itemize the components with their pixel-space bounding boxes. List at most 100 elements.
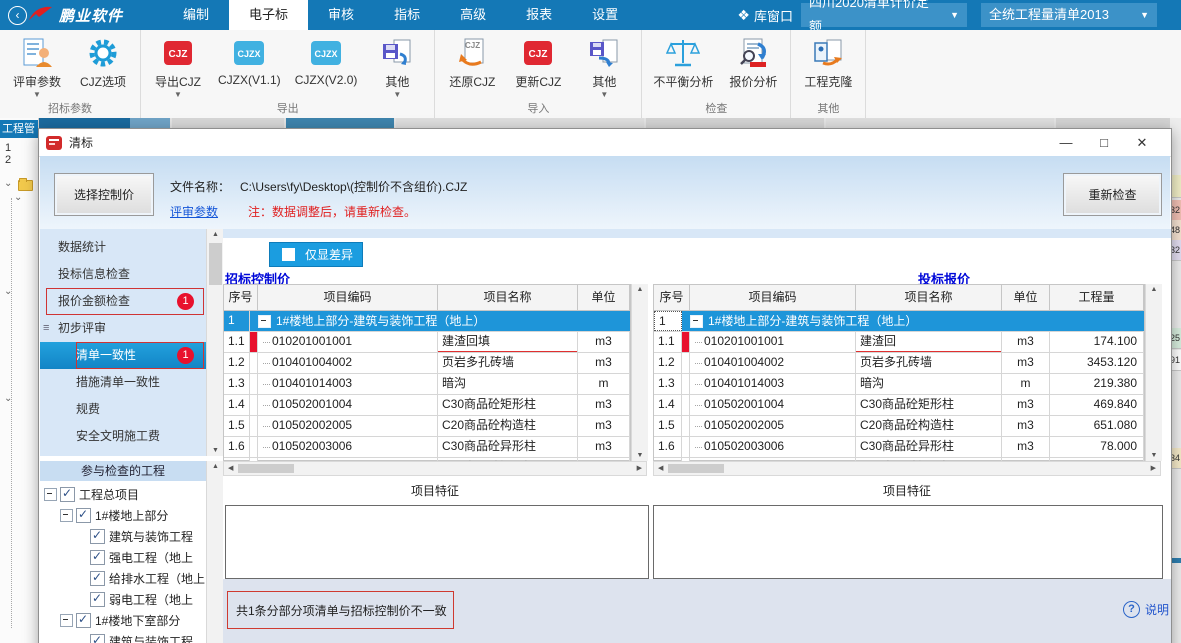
cell-qty[interactable]: 174.100 <box>1050 332 1144 352</box>
scroll-right-icon[interactable]: ▶ <box>1151 462 1156 475</box>
tree-checkbox[interactable] <box>90 634 105 643</box>
ribbon-button-4-2[interactable]: 报价分析 <box>720 32 786 102</box>
cell-code[interactable]: ····010502001004 <box>258 395 438 415</box>
cell-no[interactable]: 1.2 <box>654 353 682 373</box>
table-row[interactable]: 1.2····010401004002页岩多孔砖墙m33453.120 <box>654 353 1144 374</box>
scroll-down-icon[interactable]: ▼ <box>632 452 648 459</box>
cell-unit[interactable]: m3 <box>1002 332 1050 352</box>
cell-no[interactable]: 1.6 <box>654 437 682 457</box>
cell-no[interactable]: 1.4 <box>654 395 682 415</box>
table-row[interactable]: 1.5····010502002005C20商品砼构造柱m3 <box>224 416 630 437</box>
ribbon-button-1-2[interactable]: CJZ选项 <box>70 32 136 102</box>
tree-item-6[interactable]: 弱电工程（地上 <box>40 589 206 610</box>
tree-checkbox[interactable] <box>90 529 105 544</box>
column-header-1[interactable]: 序号 <box>224 285 258 310</box>
recheck-button[interactable]: 重新检查 <box>1063 173 1162 216</box>
nav-item-7[interactable]: 规费 <box>40 396 206 423</box>
cell-unit[interactable]: m3 <box>578 353 630 373</box>
collapse-icon[interactable] <box>690 315 703 328</box>
cell-no[interactable]: 1 <box>224 311 250 331</box>
library-select-2[interactable]: 全统工程量清单2013▼ <box>981 3 1157 27</box>
scroll-left-icon[interactable]: ◀ <box>228 462 233 475</box>
dialog-titlebar[interactable]: 清标 — □ ✕ <box>39 129 1171 157</box>
column-header-3[interactable]: 项目名称 <box>856 285 1002 310</box>
cell-name[interactable]: C30商品砼异形柱 <box>856 437 1002 457</box>
menu-item-1[interactable]: 编制 <box>163 0 229 30</box>
cell-unit[interactable]: m3 <box>578 332 630 352</box>
table-row[interactable]: 1.4····010502001004C30商品砼矩形柱m3 <box>224 395 630 416</box>
cell-unit[interactable]: m3 <box>1002 437 1050 457</box>
ribbon-button-2-4[interactable]: 其他▼ <box>364 32 430 102</box>
tree-expand-icon[interactable] <box>44 488 57 501</box>
column-header-2[interactable]: 项目编码 <box>690 285 856 310</box>
tree-item-7[interactable]: 1#楼地下室部分 <box>40 610 206 631</box>
cell-qty[interactable]: 651.080 <box>1050 416 1144 436</box>
cell-code[interactable]: ····010502003006 <box>690 437 856 457</box>
ribbon-button-1-1[interactable]: 评审参数▼ <box>4 32 70 102</box>
tree-item-1[interactable]: 工程总项目 <box>40 484 206 505</box>
cell-no[interactable]: 1.4 <box>224 395 250 415</box>
table-row[interactable]: 1.6····010502003006C30商品砼异形柱m3 <box>224 437 630 458</box>
cell-unit[interactable]: m <box>1002 374 1050 394</box>
minimize-icon[interactable]: — <box>1047 130 1085 156</box>
ribbon-button-3-3[interactable]: 其他▼ <box>571 32 637 102</box>
cell-no[interactable]: 1.2 <box>224 353 250 373</box>
section-collapse-icon[interactable]: ≡ <box>43 315 49 342</box>
table-row[interactable]: 1.2····010401004002页岩多孔砖墙m3 <box>224 353 630 374</box>
scroll-left-icon[interactable]: ◀ <box>658 462 663 475</box>
cell-no[interactable]: 1.1 <box>654 332 682 352</box>
bid-price-table[interactable]: 序号项目编码项目名称单位工程量11#楼地上部分-建筑与装饰工程（地上）1.1··… <box>653 284 1145 461</box>
cell-no[interactable]: 1.3 <box>224 374 250 394</box>
cell-code[interactable]: ····010502001004 <box>690 395 856 415</box>
cell-unit[interactable]: m3 <box>1002 395 1050 415</box>
cell-code[interactable]: ····010502002005 <box>690 416 856 436</box>
cell-no[interactable]: 1.6 <box>224 437 250 457</box>
feature-text-right[interactable] <box>653 505 1163 579</box>
menu-item-4[interactable]: 指标 <box>374 0 440 30</box>
column-header-5[interactable]: 工程量 <box>1050 285 1144 310</box>
chevron-down-icon[interactable]: ⌄ <box>4 178 12 189</box>
nav-item-3[interactable]: 报价金额检查1 <box>40 288 206 315</box>
nav-item-4[interactable]: ≡初步评审 <box>40 315 206 342</box>
nav-item-5[interactable]: 清单一致性1 <box>40 342 206 369</box>
cell-name[interactable]: C30商品砼矩形柱 <box>438 395 578 415</box>
scrollbar-thumb[interactable] <box>238 464 294 473</box>
tree-item-2[interactable]: 1#楼地上部分 <box>40 505 206 526</box>
cell-name[interactable]: C20商品砼构造柱 <box>438 416 578 436</box>
cell-name[interactable]: 建渣回填 <box>438 332 578 352</box>
cell-no[interactable]: 1.5 <box>224 416 250 436</box>
menu-item-6[interactable]: 报表 <box>506 0 572 30</box>
close-icon[interactable]: ✕ <box>1123 130 1161 156</box>
ribbon-button-5-1[interactable]: 工程克隆 <box>795 32 861 102</box>
cell-name[interactable]: 暗沟 <box>438 374 578 394</box>
cell-name[interactable]: C20商品砼构造柱 <box>856 416 1002 436</box>
column-header-1[interactable]: 序号 <box>654 285 690 310</box>
tree-expand-icon[interactable] <box>60 509 73 522</box>
control-table-vscrollbar[interactable]: ▲ ▼ <box>631 284 648 461</box>
cell-name[interactable]: C30商品砼异形柱 <box>438 437 578 457</box>
scroll-up-icon[interactable]: ▲ <box>632 286 648 293</box>
tree-item-5[interactable]: 给排水工程（地上 <box>40 568 206 589</box>
group-row[interactable]: 11#楼地上部分-建筑与装饰工程（地上） <box>224 311 630 332</box>
ribbon-button-2-2[interactable]: CJZXCJZX(V1.1) <box>211 32 288 102</box>
cell-qty[interactable]: 78.000 <box>1050 437 1144 457</box>
scrollbar-thumb[interactable] <box>668 464 724 473</box>
cell-no[interactable]: 1.3 <box>654 374 682 394</box>
scroll-down-icon[interactable]: ▼ <box>1146 452 1162 459</box>
tree-checkbox[interactable] <box>90 550 105 565</box>
back-icon[interactable]: ‹ <box>8 6 27 25</box>
scroll-up-icon[interactable]: ▲ <box>1146 286 1162 293</box>
scroll-down-icon[interactable]: ▼ <box>207 447 224 454</box>
cell-code[interactable]: ····010401014003 <box>258 374 438 394</box>
table-row[interactable]: 1.5····010502002005C20商品砼构造柱m3651.080 <box>654 416 1144 437</box>
collapse-icon[interactable] <box>258 315 271 328</box>
ribbon-button-4-1[interactable]: 不平衡分析 <box>646 32 720 102</box>
ribbon-button-2-3[interactable]: CJZXCJZX(V2.0) <box>288 32 365 102</box>
ribbon-button-3-1[interactable]: CJZ还原CJZ <box>439 32 505 102</box>
tree-expand-icon[interactable] <box>60 614 73 627</box>
bid-table-vscrollbar[interactable]: ▲ ▼ <box>1145 284 1162 461</box>
table-row[interactable]: 1.3····010401014003暗沟m219.380 <box>654 374 1144 395</box>
cell-code[interactable]: ····010201001001 <box>690 332 856 352</box>
cell-code[interactable]: ····010502002005 <box>258 416 438 436</box>
control-price-table[interactable]: 序号项目编码项目名称单位11#楼地上部分-建筑与装饰工程（地上）1.1····0… <box>223 284 631 461</box>
